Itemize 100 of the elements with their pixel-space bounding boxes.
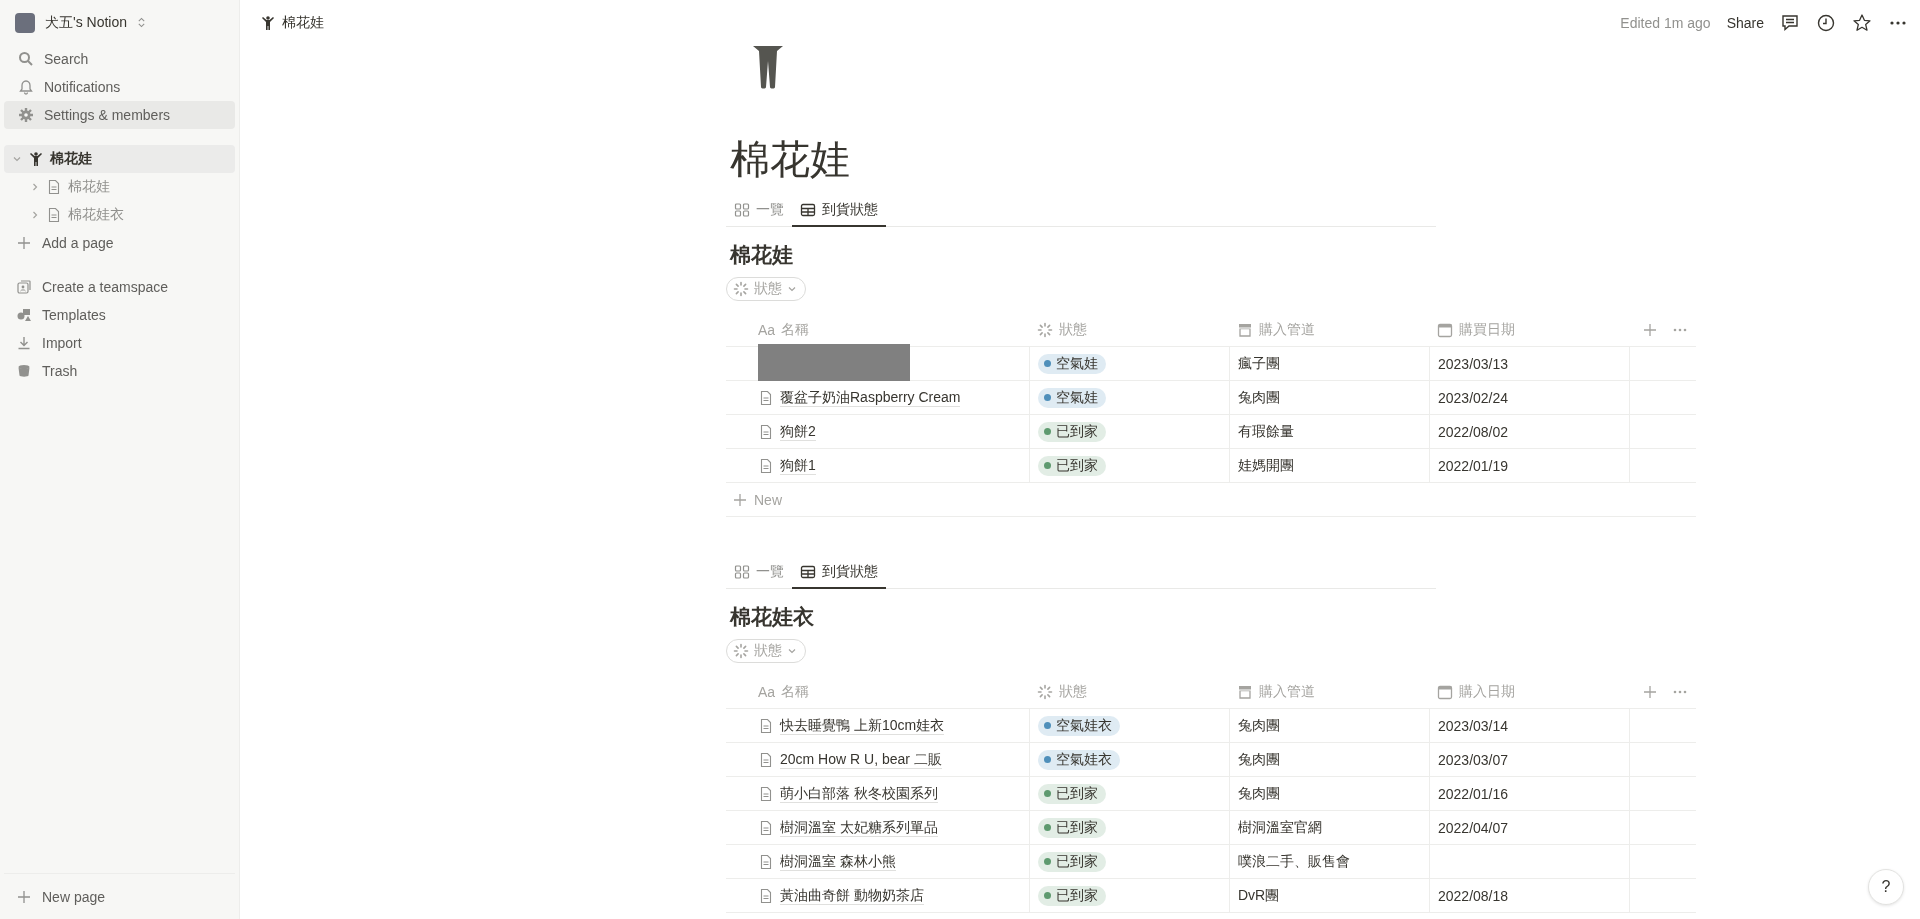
page-icon xyxy=(758,819,774,836)
page-link[interactable]: 棉花娃 xyxy=(50,150,92,168)
new-page-button[interactable]: New page xyxy=(4,882,235,911)
chevron-icon[interactable] xyxy=(30,210,40,220)
add-page-button[interactable]: Add a page xyxy=(4,229,235,257)
clock-icon[interactable] xyxy=(1816,12,1836,33)
store-icon xyxy=(1237,321,1253,338)
row-title-link[interactable]: 20cm How R U, bear 二販 xyxy=(780,749,942,770)
database-title: 棉花娃衣 xyxy=(730,603,815,631)
sidebar-item[interactable]: Create a teamspace xyxy=(4,273,235,301)
row-title-link[interactable]: 狗餅2 xyxy=(780,421,816,442)
status-tag: 已到家 xyxy=(1038,817,1106,838)
row-title-link[interactable]: 樹洞溫室 森林小熊 xyxy=(780,851,896,872)
updown-icon[interactable] xyxy=(137,17,147,28)
row-title-link[interactable]: 萌小白部落 秋冬校園系列 xyxy=(780,783,938,804)
status-tag: 已到家 xyxy=(1038,851,1106,872)
table-cell: 2022/08/02 xyxy=(1438,423,1509,440)
trousers-icon xyxy=(752,45,784,89)
plus-icon[interactable] xyxy=(1642,683,1658,700)
spinner-icon xyxy=(733,281,749,297)
sidebar-item[interactable]: Templates xyxy=(4,301,235,329)
row-title-link[interactable]: 樹洞溫室 太妃糖系列單品 xyxy=(780,817,938,838)
view-tab[interactable]: 一覽 xyxy=(726,557,792,589)
table-icon xyxy=(800,564,816,580)
bell-icon xyxy=(18,79,34,95)
table-cell: 兔肉團 xyxy=(1238,388,1280,407)
teamspace-icon xyxy=(16,279,32,295)
help-button[interactable]: ? xyxy=(1868,869,1904,905)
grid-icon xyxy=(734,564,750,580)
workspace-name[interactable]: 犬五's Notion xyxy=(45,13,128,32)
settings-icon xyxy=(18,107,34,123)
table-cell: 2023/03/14 xyxy=(1438,717,1509,734)
grid-icon xyxy=(734,202,750,218)
trash-icon xyxy=(16,363,32,379)
breadcrumb-link[interactable]: 棉花娃 xyxy=(282,13,324,32)
search-icon xyxy=(18,51,34,67)
table-cell: 2022/04/07 xyxy=(1438,819,1509,836)
star-icon[interactable] xyxy=(1852,12,1872,33)
page-title: 棉花娃 xyxy=(730,135,851,183)
table-cell: 兔肉團 xyxy=(1238,716,1280,735)
page-icon xyxy=(758,457,774,474)
sidebar-item[interactable]: Import xyxy=(4,329,235,357)
plus-icon xyxy=(732,491,748,508)
table-cell: 噗浪二手、販售會 xyxy=(1238,852,1350,871)
table-cell: 娃媽開團 xyxy=(1238,456,1294,475)
sidebar-item[interactable]: Settings & members xyxy=(4,101,235,129)
chevron-icon xyxy=(787,646,797,656)
table-cell: 2023/03/07 xyxy=(1438,751,1509,768)
status-tag: 空氣娃衣 xyxy=(1038,749,1120,770)
status-tag: 已到家 xyxy=(1038,421,1106,442)
plus-icon xyxy=(16,888,32,905)
sidebar-item[interactable]: Search xyxy=(4,45,235,73)
row-title-link[interactable]: 覆盆子奶油Raspberry Cream xyxy=(780,387,961,408)
person-icon xyxy=(28,151,44,167)
status-tag: 空氣娃衣 xyxy=(1038,715,1120,736)
page-icon xyxy=(758,389,774,406)
page-icon xyxy=(758,717,774,734)
comment-icon[interactable] xyxy=(1780,12,1800,33)
spinner-icon xyxy=(1037,321,1053,338)
page-icon xyxy=(758,887,774,904)
edited-time: Edited 1m ago xyxy=(1620,14,1711,31)
workspace-logo xyxy=(15,12,35,33)
sidebar-item[interactable]: Trash xyxy=(4,357,235,385)
row-title-link[interactable]: 快去睡覺鴨 上新10cm娃衣 xyxy=(780,715,945,736)
chevron-icon[interactable] xyxy=(30,182,40,192)
view-tab[interactable]: 一覽 xyxy=(726,195,792,227)
shapes-icon xyxy=(16,307,32,323)
table-cell: 樹洞溫室官網 xyxy=(1238,818,1322,837)
plus-icon xyxy=(16,235,32,251)
status-tag: 空氣娃 xyxy=(1038,353,1106,374)
page-icon xyxy=(46,179,62,195)
table-cell: 有瑕餘量 xyxy=(1238,422,1294,441)
table-cell: 瘋子團 xyxy=(1238,354,1280,373)
spinner-icon xyxy=(733,643,749,659)
status-tag: 已到家 xyxy=(1038,783,1106,804)
database-title: 棉花娃 xyxy=(730,241,794,269)
table-cell: 2023/02/24 xyxy=(1438,389,1509,406)
status-tag: 已到家 xyxy=(1038,885,1106,906)
calendar-icon xyxy=(1437,321,1453,338)
table-cell: 2022/08/18 xyxy=(1438,887,1509,904)
spinner-icon xyxy=(1037,683,1053,700)
table-cell: 2022/01/19 xyxy=(1438,457,1509,474)
table-cell: 2022/01/16 xyxy=(1438,785,1509,802)
page-icon xyxy=(758,853,774,870)
row-title-link[interactable]: 狗餅1 xyxy=(780,455,816,476)
page-icon xyxy=(46,207,62,223)
plus-icon[interactable] xyxy=(1642,321,1658,338)
calendar-icon xyxy=(1437,683,1453,700)
page-icon xyxy=(758,751,774,768)
chevron-icon[interactable] xyxy=(12,154,22,164)
store-icon xyxy=(1237,683,1253,700)
status-tag: 空氣娃 xyxy=(1038,387,1106,408)
table-cell: 2023/03/13 xyxy=(1438,355,1509,372)
share-button[interactable]: Share xyxy=(1726,14,1764,31)
table-cell: DvR團 xyxy=(1238,886,1280,905)
status-tag: 已到家 xyxy=(1038,455,1106,476)
view-tab[interactable]: 到貨狀態 xyxy=(792,557,886,589)
row-title-link[interactable]: 黃油曲奇餅 動物奶茶店 xyxy=(780,885,924,906)
sidebar-item[interactable]: Notifications xyxy=(4,73,235,101)
view-tab[interactable]: 到貨狀態 xyxy=(792,195,886,227)
